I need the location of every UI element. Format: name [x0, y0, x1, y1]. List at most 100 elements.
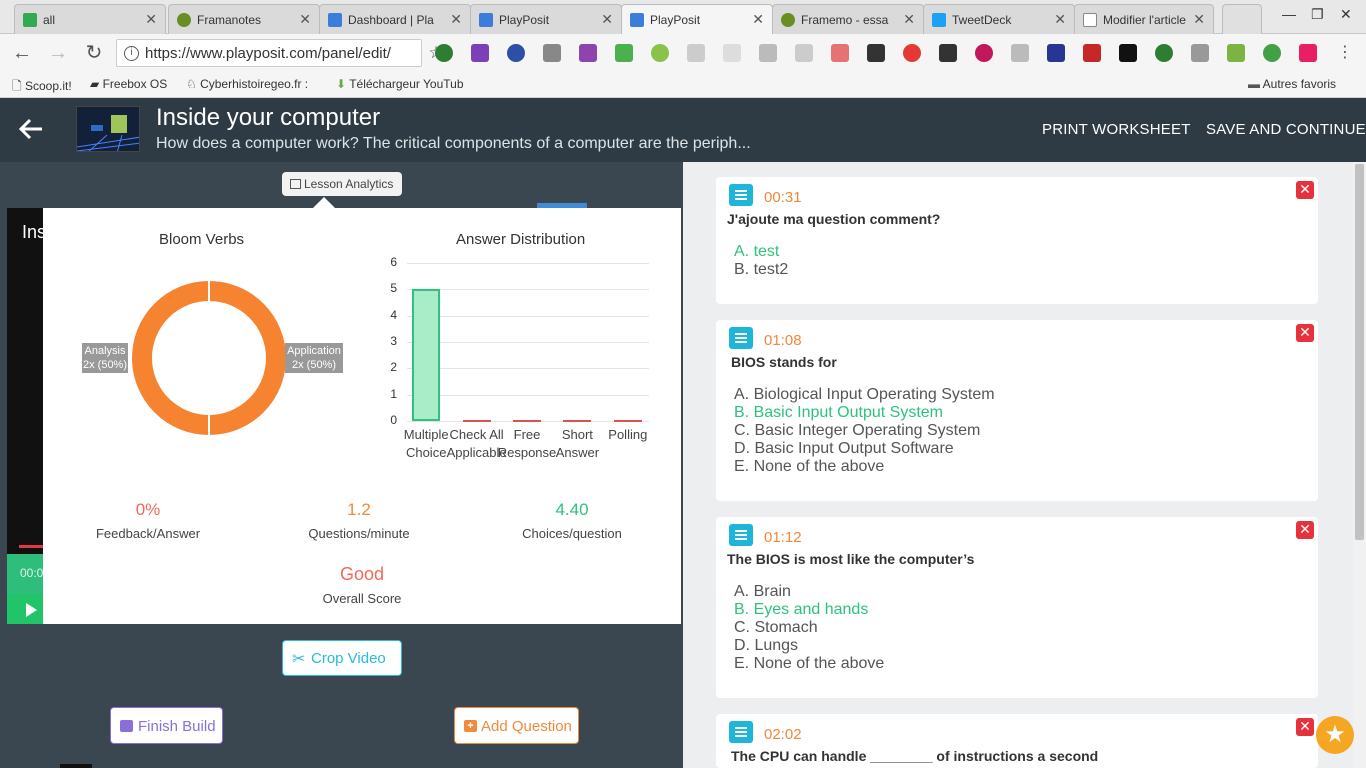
browser-tab[interactable]: TweetDeck ✕ — [923, 4, 1075, 34]
star-badge-icon[interactable]: ★ — [1316, 716, 1354, 754]
overall-score-value: Good — [339, 564, 385, 584]
browser-tab[interactable]: all ✕ — [14, 4, 166, 34]
save-continue-button[interactable]: SAVE AND CONTINUE — [1206, 121, 1366, 138]
maximize-icon[interactable]: ❐ — [1311, 6, 1324, 23]
close-icon[interactable]: ✕ — [1193, 11, 1205, 28]
rss-icon[interactable] — [795, 44, 813, 62]
browser-tab[interactable]: Dashboard | Pla ✕ — [319, 4, 471, 34]
scrollbar-thumb[interactable] — [1355, 164, 1364, 540]
delete-question-icon[interactable]: ✕ — [1296, 718, 1314, 736]
delete-question-icon[interactable]: ✕ — [1296, 324, 1314, 342]
browser-tab[interactable]: Framemo - essa ✕ — [772, 4, 924, 34]
question-time[interactable]: 02:02 — [764, 726, 802, 743]
reload-icon[interactable]: ↻ — [83, 42, 105, 64]
extension-icon[interactable] — [831, 44, 849, 62]
bookmark-other[interactable]: ▬ Autres favoris — [1248, 77, 1336, 91]
close-icon[interactable]: ✕ — [450, 11, 462, 28]
delete-question-icon[interactable]: ✕ — [1296, 521, 1314, 539]
question-choice: A. Brain — [734, 583, 791, 600]
browser-tab[interactable]: PlayPosit ✕ — [470, 4, 622, 34]
feedback-answer-value: 0% — [135, 500, 161, 519]
tab-label: all — [43, 13, 56, 27]
star-icon[interactable] — [1119, 44, 1137, 62]
tab-favicon-icon — [932, 13, 946, 27]
extension-icon[interactable] — [1263, 44, 1281, 62]
extension-icon[interactable] — [507, 44, 525, 62]
y-tick-label: 0 — [390, 413, 397, 427]
qr-code-icon[interactable] — [867, 44, 885, 62]
minimize-icon[interactable]: — — [1282, 6, 1296, 22]
delete-question-icon[interactable]: ✕ — [1296, 181, 1314, 199]
extension-icon[interactable] — [651, 44, 669, 62]
bookmark-label: Cyberhistoiregeo.fr : — [200, 77, 309, 91]
close-icon[interactable]: ✕ — [1054, 11, 1066, 28]
question-type-icon — [729, 327, 753, 349]
bookmark-freebox[interactable]: ▰ Freebox OS — [90, 77, 167, 91]
pie-label-value: 2x (50%) — [82, 359, 128, 371]
forward-icon[interactable]: → — [47, 42, 69, 64]
close-icon[interactable]: ✕ — [601, 11, 613, 28]
question-choice: E. None of the above — [734, 458, 885, 475]
window-close-icon[interactable]: ✕ — [1340, 6, 1352, 23]
play-icon[interactable] — [26, 603, 37, 617]
extension-icon[interactable] — [615, 44, 633, 62]
extension-icon[interactable] — [1299, 44, 1317, 62]
donut-slice-application — [131, 280, 210, 436]
bookmark-youtube[interactable]: ⬇ Téléchargeur YouTub — [336, 77, 472, 91]
extension-icon[interactable] — [1227, 44, 1245, 62]
qr-code-icon[interactable] — [939, 44, 957, 62]
question-text: BIOS stands for — [731, 354, 837, 370]
extension-icon[interactable] — [723, 44, 741, 62]
extension-icon[interactable] — [1047, 44, 1065, 62]
question-time[interactable]: 01:12 — [764, 529, 802, 546]
browser-tab[interactable]: Framanotes ✕ — [168, 4, 320, 34]
question-card[interactable]: 01:12 ✕ The BIOS is most like the comput… — [716, 517, 1318, 698]
play-button[interactable] — [7, 594, 43, 624]
pie-label-application: Application 2x (50%) — [285, 343, 343, 373]
onenote-icon[interactable] — [471, 44, 489, 62]
question-time[interactable]: 00:31 — [764, 189, 802, 206]
video-progress-bar[interactable] — [19, 545, 43, 548]
extension-icon[interactable] — [759, 44, 777, 62]
question-card[interactable]: 02:02 ✕ The CPU can handle ________ of i… — [716, 714, 1318, 768]
cast-icon[interactable] — [1191, 44, 1209, 62]
extension-icon[interactable] — [435, 44, 453, 62]
camera-icon[interactable] — [543, 44, 561, 62]
question-card[interactable]: 00:31 ✕ J'ajoute ma question comment? A.… — [716, 177, 1318, 304]
question-time[interactable]: 01:08 — [764, 332, 802, 349]
crop-video-button[interactable]: ✂ Crop Video — [282, 640, 402, 676]
close-icon[interactable]: ✕ — [752, 11, 764, 28]
bookmark-scoopit[interactable]: 🗋 Scoop.it! — [12, 77, 72, 98]
close-icon[interactable]: ✕ — [903, 11, 915, 28]
extension-icon[interactable] — [903, 44, 921, 62]
extension-icon[interactable] — [1083, 44, 1101, 62]
browser-tab[interactable]: Modifier l'article ✕ — [1074, 4, 1214, 34]
pie-label-analysis: Analysis 2x (50%) — [82, 343, 128, 373]
bookmark-cyberhistoire[interactable]: ♘ Cyberhistoiregeo.fr : — [186, 77, 324, 91]
pen-icon[interactable] — [579, 44, 597, 62]
lesson-analytics-button[interactable]: Lesson Analytics — [282, 172, 402, 196]
menu-icon[interactable]: ⋮ — [1334, 42, 1356, 64]
lesson-title: Inside your computer — [156, 104, 381, 131]
add-question-button[interactable]: + Add Question — [454, 707, 579, 744]
url-input[interactable]: i https://www.playposit.com/panel/edit/ — [116, 39, 422, 67]
extension-icon[interactable] — [1011, 44, 1029, 62]
new-tab-button[interactable] — [1222, 4, 1262, 34]
gridline — [407, 315, 649, 317]
info-icon[interactable]: i — [124, 46, 139, 61]
back-arrow-icon[interactable] — [18, 116, 44, 142]
question-choice: C. Stomach — [734, 619, 818, 636]
back-icon[interactable]: ← — [11, 42, 33, 64]
print-worksheet-button[interactable]: PRINT WORKSHEET — [1042, 121, 1191, 138]
extension-icon[interactable] — [975, 44, 993, 62]
close-icon[interactable]: ✕ — [145, 11, 157, 28]
tab-favicon-icon — [328, 13, 342, 27]
close-icon[interactable]: ✕ — [299, 11, 311, 28]
extension-icon[interactable] — [1155, 44, 1173, 62]
tab-favicon-icon — [479, 13, 493, 27]
gif-icon[interactable] — [687, 44, 705, 62]
finish-build-button[interactable]: Finish Build — [110, 707, 223, 744]
question-card[interactable]: 01:08 ✕ BIOS stands for A. Biological In… — [716, 320, 1318, 501]
browser-tab-active[interactable]: PlayPosit ✕ — [621, 4, 773, 35]
lesson-analytics-label: Lesson Analytics — [304, 177, 394, 191]
